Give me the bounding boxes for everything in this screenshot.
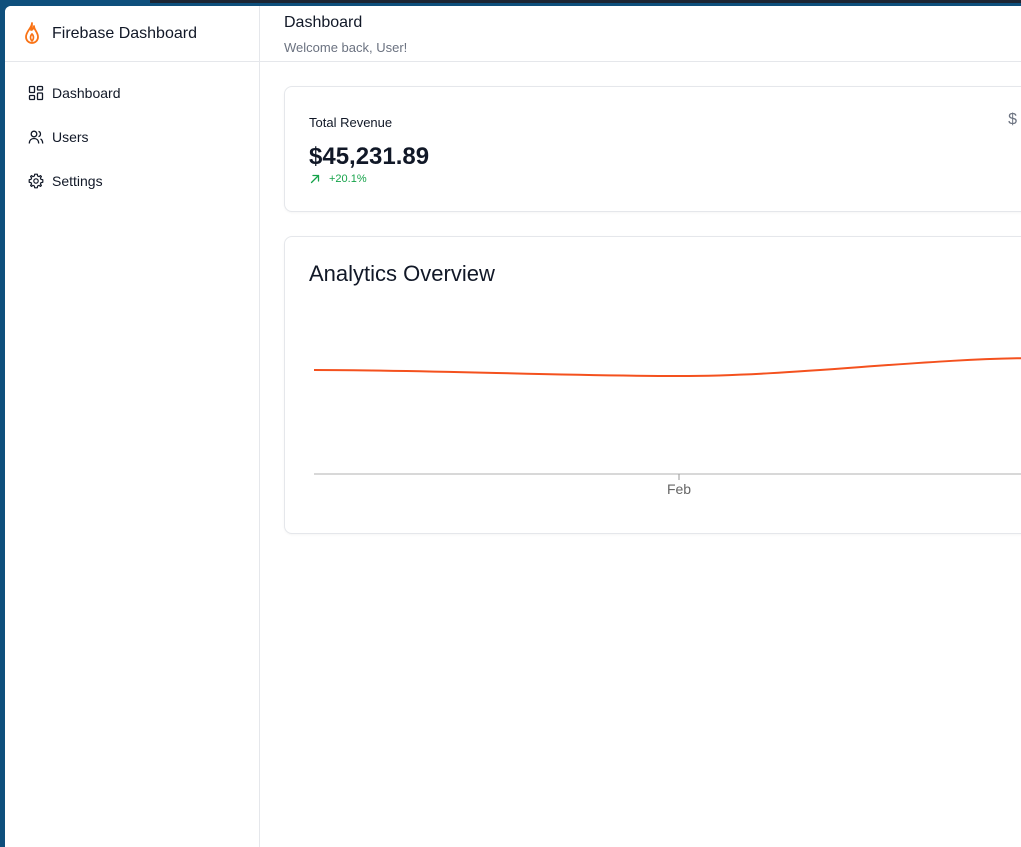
x-tick-label: Feb: [667, 481, 691, 497]
sidebar-nav: Dashboard Users Settings: [5, 62, 259, 203]
grid-icon: [28, 85, 44, 101]
page-title: Dashboard: [284, 14, 363, 31]
dollar-icon: $: [1008, 111, 1017, 128]
sidebar-item-label: Users: [52, 129, 89, 145]
gear-icon: [28, 173, 44, 189]
sidebar-item-label: Settings: [52, 173, 103, 189]
app-window: Firebase Dashboard Dashboard Users Setti…: [5, 6, 1021, 847]
arrow-up-right-icon: [310, 174, 320, 184]
page-header: Dashboard Welcome back, User!: [260, 6, 1021, 62]
sidebar-item-label: Dashboard: [52, 85, 121, 101]
sidebar-item-dashboard[interactable]: Dashboard: [5, 71, 259, 115]
total-revenue-card: Total Revenue $ $45,231.89 +20.1%: [284, 86, 1021, 212]
window-top-strip: [150, 0, 1021, 3]
revenue-value: $45,231.89: [309, 143, 430, 170]
brand-title: Firebase Dashboard: [52, 24, 197, 42]
users-icon: [28, 130, 44, 144]
analytics-line-chart: Feb: [313, 357, 1021, 497]
sidebar-item-users[interactable]: Users: [5, 115, 259, 159]
sidebar: Firebase Dashboard Dashboard Users Setti…: [5, 6, 260, 847]
revenue-change: +20.1%: [309, 173, 367, 185]
brand[interactable]: Firebase Dashboard: [5, 6, 259, 62]
revenue-label: Total Revenue: [309, 115, 393, 130]
main-content: Dashboard Welcome back, User! Total Reve…: [260, 6, 1021, 847]
series-line: [313, 357, 1021, 378]
revenue-change-text: +20.1%: [329, 173, 367, 185]
analytics-overview-card: Analytics Overview Feb: [284, 236, 1021, 534]
page-subtitle: Welcome back, User!: [284, 40, 408, 55]
flame-icon: [25, 21, 39, 44]
sidebar-item-settings[interactable]: Settings: [5, 159, 259, 203]
